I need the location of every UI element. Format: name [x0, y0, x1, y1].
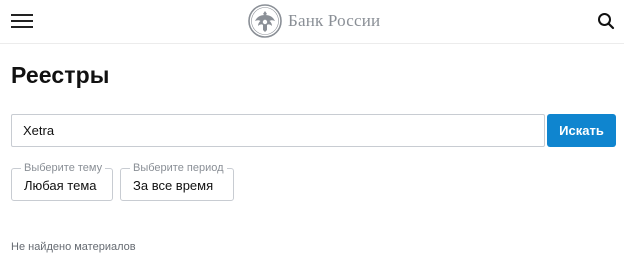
period-filter-value: За все время: [133, 178, 214, 193]
page: Банк России Реестры Искать Выберите тему…: [0, 0, 624, 269]
no-results-message: Не найдено материалов: [11, 241, 136, 253]
bank-logo[interactable]: Банк России: [248, 4, 380, 38]
page-title: Реестры: [11, 62, 110, 88]
topic-filter-label: Выберите тему: [21, 162, 106, 174]
period-filter-label: Выберите период: [130, 162, 227, 174]
eagle-emblem-icon: [248, 4, 282, 38]
search-button[interactable]: Искать: [547, 114, 616, 147]
topic-filter-select[interactable]: Выберите тему Любая тема: [11, 162, 113, 201]
period-filter-select[interactable]: Выберите период За все время: [120, 162, 234, 201]
hamburger-menu-icon[interactable]: [11, 13, 33, 29]
site-header: Банк России: [0, 0, 624, 44]
topic-filter-value: Любая тема: [24, 178, 97, 193]
logo-text: Банк России: [288, 11, 381, 30]
search-input[interactable]: [11, 114, 545, 147]
search-icon[interactable]: [597, 12, 615, 30]
